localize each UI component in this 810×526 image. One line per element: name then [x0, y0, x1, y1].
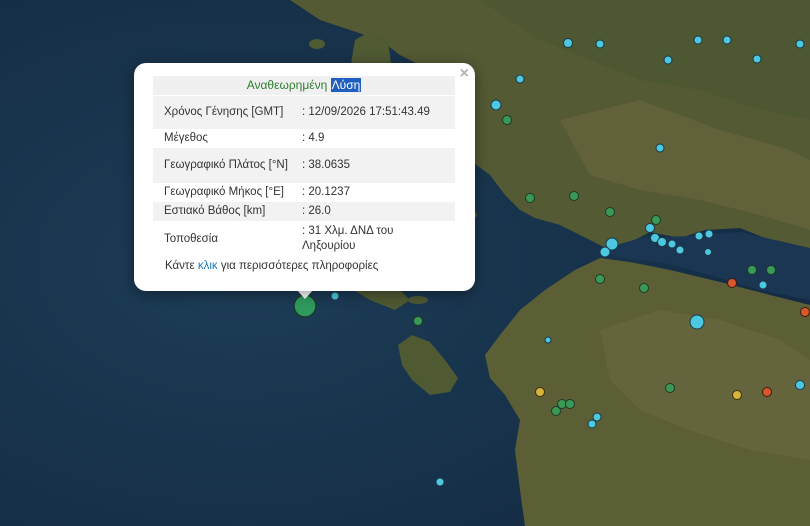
event-marker[interactable]	[795, 380, 805, 390]
event-marker[interactable]	[569, 191, 579, 201]
depth-value: : 26.0	[297, 202, 455, 221]
table-row: Τοποθεσία : 31 Χλμ. ΔΝΔ του Ληξουρίου	[153, 221, 455, 257]
more-info-prefix: Κάντε	[165, 260, 195, 272]
event-marker[interactable]	[675, 245, 685, 255]
latitude-label: Γεωγραφικό Πλάτος [°N]	[153, 148, 297, 183]
event-marker[interactable]	[694, 231, 704, 241]
event-marker[interactable]	[689, 314, 705, 330]
event-marker[interactable]	[535, 387, 545, 397]
popup-title: Αναθεωρημένη Λύση	[153, 76, 455, 95]
event-marker[interactable]	[544, 336, 552, 344]
event-marker[interactable]	[665, 383, 675, 393]
event-marker[interactable]	[732, 390, 742, 400]
event-marker[interactable]	[722, 35, 732, 45]
longitude-value: : 20.1237	[297, 183, 455, 202]
event-marker[interactable]	[693, 35, 703, 45]
origin-time-label: Χρόνος Γένησης [GMT]	[153, 96, 297, 129]
table-row: Εστιακό Βάθος [km] : 26.0	[153, 202, 455, 221]
table-row: Γεωγραφικό Μήκος [°E] : 20.1237	[153, 183, 455, 202]
event-marker[interactable]	[435, 477, 445, 487]
table-row: Χρόνος Γένησης [GMT] : 12/09/2026 17:51:…	[153, 96, 455, 129]
event-marker[interactable]	[639, 283, 649, 293]
event-marker[interactable]	[330, 291, 340, 301]
event-marker[interactable]	[413, 316, 423, 326]
depth-label: Εστιακό Βάθος [km]	[153, 202, 297, 221]
event-marker[interactable]	[595, 39, 605, 49]
event-marker[interactable]	[762, 387, 772, 397]
event-marker[interactable]	[490, 99, 502, 111]
event-marker[interactable]	[667, 239, 677, 249]
event-marker[interactable]	[752, 54, 762, 64]
event-marker[interactable]	[800, 307, 810, 317]
more-info-link[interactable]: κλικ	[198, 260, 218, 272]
event-marker[interactable]	[595, 274, 605, 284]
event-marker[interactable]	[525, 193, 535, 203]
more-info-line: Κάντε κλικ για περισσότερες πληροφορίες	[165, 260, 378, 272]
event-marker[interactable]	[651, 215, 661, 225]
event-marker[interactable]	[515, 74, 525, 84]
event-marker[interactable]	[766, 265, 776, 275]
latitude-value: : 38.0635	[297, 148, 455, 183]
land-islet	[309, 39, 325, 49]
event-marker[interactable]	[599, 246, 611, 258]
table-row: Γεωγραφικό Πλάτος [°N] : 38.0635	[153, 148, 455, 183]
event-marker[interactable]	[758, 280, 768, 290]
event-marker[interactable]	[502, 115, 512, 125]
close-icon[interactable]: ×	[460, 66, 469, 82]
event-marker[interactable]	[565, 399, 575, 409]
magnitude-value: : 4.9	[297, 129, 455, 148]
event-popup: × Αναθεωρημένη Λύση Χρόνος Γένησης [GMT]…	[134, 63, 475, 291]
longitude-label: Γεωγραφικό Μήκος [°E]	[153, 183, 297, 202]
event-marker[interactable]	[657, 237, 667, 247]
event-marker[interactable]	[605, 207, 615, 217]
event-marker[interactable]	[795, 39, 805, 49]
event-marker[interactable]	[655, 143, 665, 153]
event-marker[interactable]	[727, 278, 737, 288]
location-value: : 31 Χλμ. ΔΝΔ του Ληξουρίου	[297, 221, 455, 257]
location-label: Τοποθεσία	[153, 221, 297, 257]
event-marker[interactable]	[747, 265, 757, 275]
land-islet	[408, 296, 428, 304]
event-marker[interactable]	[704, 248, 712, 256]
magnitude-label: Μέγεθος	[153, 129, 297, 148]
event-marker[interactable]	[663, 55, 673, 65]
event-marker[interactable]	[592, 412, 602, 422]
event-marker[interactable]	[645, 223, 655, 233]
popup-title-status: Αναθεωρημένη	[246, 78, 328, 92]
event-marker[interactable]	[704, 229, 714, 239]
event-marker[interactable]	[551, 406, 561, 416]
event-info-table: Χρόνος Γένησης [GMT] : 12/09/2026 17:51:…	[153, 96, 455, 257]
popup-title-highlight: Λύση	[330, 78, 362, 92]
event-marker[interactable]	[587, 419, 597, 429]
event-marker[interactable]	[563, 38, 573, 48]
origin-time-value: : 12/09/2026 17:51:43.49	[297, 96, 455, 129]
more-info-suffix: για περισσότερες πληροφορίες	[220, 260, 379, 272]
table-row: Μέγεθος : 4.9	[153, 129, 455, 148]
